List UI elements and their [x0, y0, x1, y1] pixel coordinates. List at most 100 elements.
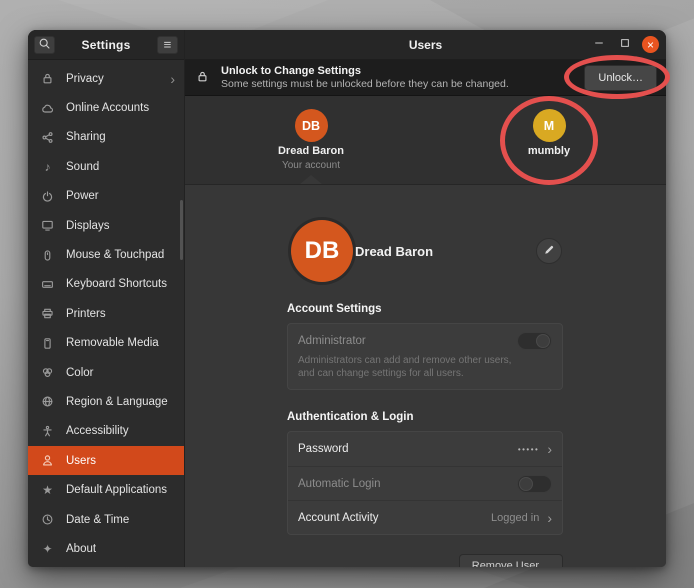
chevron-right-icon: › — [547, 442, 552, 456]
sidebar-item-accessibility[interactable]: Accessibility — [28, 417, 184, 446]
remove-user-button[interactable]: Remove User… — [459, 554, 563, 567]
sidebar-item-label: Users — [66, 455, 96, 467]
user-chip-dread-baron[interactable]: DB Dread Baron Your account — [256, 109, 366, 171]
avatar: DB — [295, 109, 328, 142]
sidebar-item-label: Date & Time — [66, 514, 129, 526]
avatar: M — [533, 109, 566, 142]
keyboard-icon — [40, 277, 55, 292]
sidebar-item-label: Removable Media — [66, 337, 159, 349]
user-name: Dread Baron — [278, 145, 344, 157]
sidebar-item-removable-media[interactable]: Removable Media — [28, 329, 184, 358]
sidebar-item-label: Privacy — [66, 73, 104, 85]
sidebar-item-label: Keyboard Shortcuts — [66, 278, 167, 290]
minimize-button[interactable] — [590, 36, 608, 54]
maximize-button[interactable] — [616, 36, 634, 54]
account-settings-card: Administrator Administrators can add and… — [287, 323, 563, 390]
unlock-subtitle: Some settings must be unlocked before th… — [221, 78, 509, 90]
sidebar-item-mouse-touchpad[interactable]: Mouse & Touchpad — [28, 240, 184, 269]
accessibility-icon — [40, 424, 55, 439]
sidebar-item-online-accounts[interactable]: Online Accounts — [28, 93, 184, 122]
sidebar-item-default-applications[interactable]: ★ Default Applications — [28, 475, 184, 504]
unlock-button[interactable]: Unlock… — [584, 65, 657, 91]
mouse-icon — [40, 248, 55, 263]
sidebar-item-label: Displays — [66, 220, 109, 232]
sidebar-item-date-time[interactable]: Date & Time — [28, 505, 184, 534]
user-chip-mumbly[interactable]: M mumbly — [494, 109, 604, 157]
settings-sections: Account Settings Administrator Administr… — [287, 303, 563, 567]
profile-avatar: DB — [291, 220, 353, 282]
menu-button[interactable]: ≡ — [157, 36, 178, 54]
user-switcher: DB Dread Baron Your account M mumbly — [185, 96, 666, 185]
sidebar-title: Settings — [59, 38, 153, 52]
sidebar-item-about[interactable]: ✦ About — [28, 534, 184, 563]
administrator-row: Administrator Administrators can add and… — [288, 324, 562, 389]
maximize-icon — [619, 37, 631, 52]
sidebar-item-label: Color — [66, 367, 93, 379]
sidebar-nav: Privacy › Online Accounts Sharing ♪ Soun… — [28, 60, 184, 567]
account-activity-row[interactable]: Account Activity Logged in › — [288, 500, 562, 534]
sidebar-item-label: Printers — [66, 308, 106, 320]
sidebar-item-displays[interactable]: Displays — [28, 211, 184, 240]
main-panel: Users × Unlock to Change Settings Some s… — [185, 30, 666, 567]
sidebar-scrollbar[interactable] — [180, 200, 183, 260]
sidebar-item-label: Default Applications — [66, 484, 167, 496]
section-title-authentication-login: Authentication & Login — [287, 411, 563, 425]
search-icon — [38, 37, 51, 53]
lock-icon — [196, 70, 211, 85]
star-icon: ★ — [40, 483, 55, 498]
sidebar-item-label: About — [66, 543, 96, 555]
sidebar-item-sharing[interactable]: Sharing — [28, 123, 184, 152]
section-title-account-settings: Account Settings — [287, 303, 563, 317]
edit-name-button[interactable] — [536, 238, 562, 264]
clock-icon — [40, 512, 55, 527]
minimize-icon — [593, 37, 605, 52]
lock-icon — [40, 71, 55, 86]
user-name: mumbly — [528, 145, 570, 157]
sidebar-item-sound[interactable]: ♪ Sound — [28, 152, 184, 181]
pencil-icon — [543, 244, 555, 259]
toggle-knob — [519, 477, 533, 491]
administrator-label: Administrator — [298, 335, 366, 347]
automatic-login-toggle[interactable] — [517, 475, 552, 493]
administrator-description: Administrators can add and remove other … — [298, 354, 530, 380]
sidebar-item-printers[interactable]: Printers — [28, 299, 184, 328]
sidebar-item-privacy[interactable]: Privacy › — [28, 64, 184, 93]
sidebar-item-label: Power — [66, 190, 99, 202]
unlock-text: Unlock to Change Settings Some settings … — [221, 65, 509, 90]
profile-name: Dread Baron — [355, 244, 433, 259]
users-icon — [40, 453, 55, 468]
window-title: Users — [409, 38, 442, 52]
toggle-knob — [536, 334, 550, 348]
administrator-toggle[interactable] — [517, 332, 552, 350]
user-subtitle: Your account — [282, 160, 340, 171]
password-value: ••••• — [518, 445, 540, 454]
password-row[interactable]: Password ••••• › — [288, 432, 562, 466]
sidebar-item-label: Accessibility — [66, 425, 129, 437]
sidebar-item-power[interactable]: Power — [28, 182, 184, 211]
sidebar-item-region-language[interactable]: Region & Language — [28, 387, 184, 416]
share-icon — [40, 130, 55, 145]
sidebar-item-keyboard-shortcuts[interactable]: Keyboard Shortcuts — [28, 270, 184, 299]
sound-icon: ♪ — [40, 159, 55, 174]
automatic-login-row: Automatic Login — [288, 466, 562, 500]
cloud-icon — [40, 101, 55, 116]
color-icon — [40, 365, 55, 380]
display-icon — [40, 218, 55, 233]
settings-window: Settings ≡ Privacy › Online Accounts Sha… — [28, 30, 666, 567]
sidebar-item-color[interactable]: Color — [28, 358, 184, 387]
users-panel-content: DB Dread Baron Account Settings Administ… — [185, 185, 666, 567]
removable-media-icon — [40, 336, 55, 351]
unlock-title: Unlock to Change Settings — [221, 65, 509, 77]
sidebar-item-users[interactable]: Users — [28, 446, 184, 475]
avatar-initials: M — [544, 119, 554, 133]
authentication-login-card: Password ••••• › Automatic Login Acco — [287, 431, 563, 535]
close-button[interactable]: × — [642, 36, 659, 53]
sidebar-item-label: Sharing — [66, 131, 106, 143]
sidebar: Settings ≡ Privacy › Online Accounts Sha… — [28, 30, 185, 567]
password-label: Password — [298, 443, 349, 455]
close-icon: × — [647, 39, 654, 51]
power-icon — [40, 189, 55, 204]
sidebar-item-label: Online Accounts — [66, 102, 149, 114]
unlock-banner: Unlock to Change Settings Some settings … — [185, 60, 666, 96]
search-button[interactable] — [34, 36, 55, 54]
